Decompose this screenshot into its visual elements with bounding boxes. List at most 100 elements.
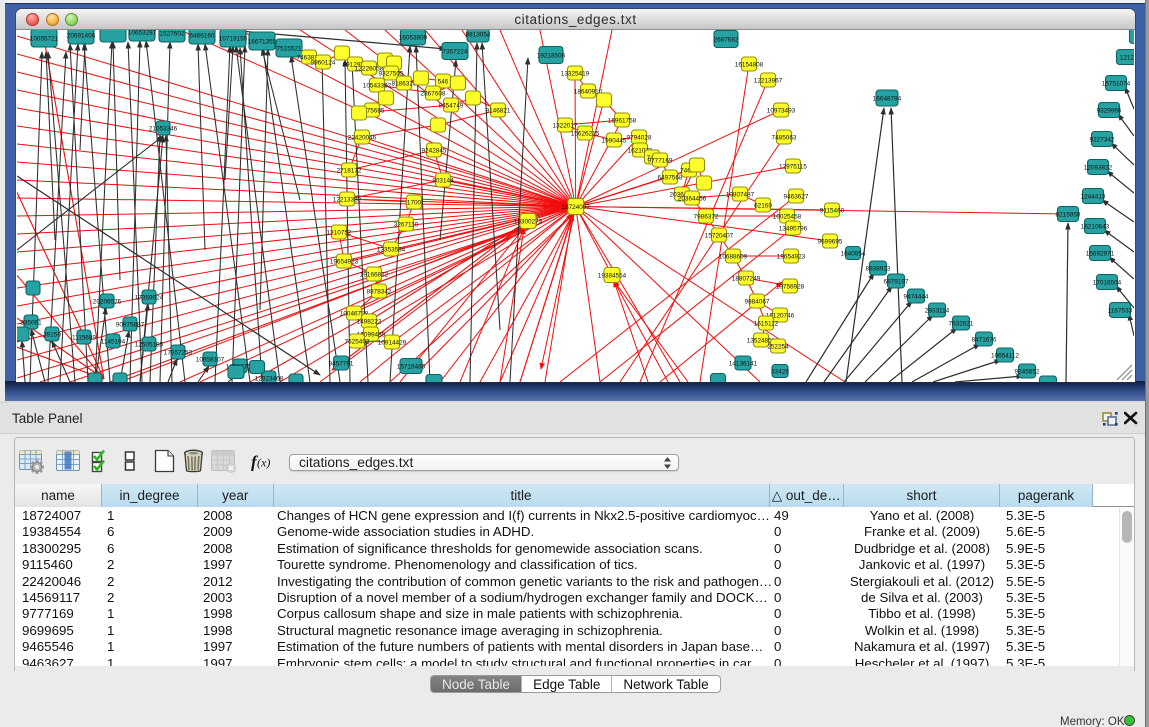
svg-text:13353584: 13353584 (377, 246, 406, 253)
svg-text:90975887: 90975887 (116, 321, 145, 328)
svg-text:16154808: 16154808 (735, 61, 764, 68)
svg-text:14136141: 14136141 (729, 360, 758, 367)
svg-text:1167533: 1167533 (1108, 307, 1133, 314)
svg-text:10025458: 10025458 (773, 213, 802, 220)
svg-text:7625402: 7625402 (345, 338, 370, 345)
svg-text:15716485: 15716485 (397, 363, 426, 370)
svg-text:9242845: 9242845 (422, 147, 447, 154)
svg-text:9329966: 9329966 (1097, 107, 1122, 114)
svg-text:39159: 39159 (43, 331, 61, 338)
svg-text:12505185: 12505185 (135, 341, 164, 348)
svg-text:20364456: 20364456 (678, 195, 707, 202)
svg-text:13325419: 13325419 (561, 70, 590, 77)
svg-text:10653287: 10653287 (128, 30, 157, 36)
svg-text:20691406: 20691406 (67, 32, 96, 39)
svg-text:19166822: 19166822 (360, 271, 389, 278)
svg-text:1990445: 1990445 (602, 137, 627, 144)
svg-text:1640954: 1640954 (841, 250, 866, 257)
svg-text:19384554: 19384554 (598, 272, 627, 279)
svg-text:6497568: 6497568 (658, 174, 683, 181)
svg-text:1212: 1212 (1120, 54, 1134, 61)
svg-text:10654112: 10654112 (991, 352, 1019, 359)
svg-text:9146821: 9146821 (486, 107, 511, 114)
svg-text:12923468: 12923468 (255, 375, 284, 382)
svg-text:8813054: 8813054 (466, 31, 491, 38)
svg-text:6466160: 6466160 (190, 32, 215, 39)
svg-text:16053809: 16053809 (399, 34, 428, 41)
svg-text:10688609: 10688609 (719, 253, 748, 260)
svg-text:1527602: 1527602 (160, 30, 185, 37)
svg-text:10543392: 10543392 (363, 82, 392, 89)
svg-text:9777169: 9777169 (648, 157, 673, 164)
svg-text:803144: 803144 (432, 177, 454, 184)
svg-text:7986372: 7986372 (694, 213, 719, 220)
svg-text:546: 546 (438, 78, 449, 85)
svg-text:9227342: 9227342 (1090, 136, 1115, 143)
svg-text:12975115: 12975115 (779, 163, 807, 170)
svg-text:335061: 335061 (20, 319, 42, 326)
svg-text:2687682: 2687682 (714, 36, 739, 43)
svg-text:20206576: 20206576 (93, 298, 122, 305)
svg-text:10719155: 10719155 (219, 35, 248, 42)
svg-text:1322017: 1322017 (553, 122, 578, 129)
svg-text:8454749: 8454749 (439, 102, 464, 109)
svg-text:21053346: 21053346 (149, 125, 178, 132)
svg-text:8878342: 8878342 (367, 288, 392, 295)
svg-text:15720407: 15720407 (705, 232, 734, 239)
svg-text:9474444: 9474444 (904, 293, 929, 300)
svg-text:9463627: 9463627 (784, 193, 809, 200)
svg-text:18807249: 18807249 (732, 275, 761, 282)
svg-text:62160: 62160 (754, 202, 772, 209)
svg-text:1115689: 1115689 (72, 334, 96, 341)
svg-text:8471676: 8471676 (972, 336, 997, 343)
svg-text:1145194: 1145194 (101, 338, 126, 345)
svg-text:13495796: 13495796 (779, 225, 808, 232)
svg-text:17359924: 17359924 (135, 294, 164, 301)
svg-text:33426: 33426 (771, 368, 789, 375)
svg-text:9794028: 9794028 (627, 134, 652, 141)
svg-text:19654923: 19654923 (330, 258, 359, 265)
svg-text:16648784: 16648784 (873, 95, 902, 102)
svg-text:9115460: 9115460 (820, 207, 845, 214)
svg-text:2718172: 2718172 (337, 167, 362, 174)
svg-text:16961758: 16961758 (608, 117, 637, 124)
svg-text:10055721: 10055721 (30, 35, 59, 42)
svg-text:16671355: 16671355 (248, 38, 277, 45)
svg-text:7357224: 7357224 (443, 48, 468, 55)
svg-text:17957253: 17957253 (164, 349, 193, 356)
svg-text:18724007: 18724007 (561, 204, 590, 211)
svg-text:(x): (x) (257, 456, 270, 470)
svg-text:2867608: 2867608 (421, 90, 446, 97)
svg-text:7485063: 7485063 (772, 134, 797, 141)
svg-text:9884067: 9884067 (745, 298, 770, 305)
svg-text:8938923: 8938923 (866, 265, 891, 272)
svg-text:15751074: 15751074 (1102, 80, 1131, 87)
svg-text:9457791: 9457791 (329, 360, 354, 367)
svg-text:9960124: 9960124 (311, 59, 336, 66)
svg-text:12093822: 12093822 (1084, 164, 1113, 171)
svg-text:19654923: 19654923 (777, 253, 806, 260)
svg-text:7515521: 7515521 (277, 45, 302, 52)
svg-text:252254: 252254 (767, 343, 789, 350)
svg-text:19300273: 19300273 (514, 218, 543, 225)
svg-text:1615112: 1615112 (754, 320, 779, 327)
svg-text:2933114: 2933114 (925, 307, 950, 314)
svg-text:1244413: 1244413 (1081, 193, 1106, 200)
svg-text:1700: 1700 (407, 199, 422, 206)
svg-text:10807487: 10807487 (726, 191, 755, 198)
svg-text:19756928: 19756928 (776, 283, 805, 290)
svg-text:1310752: 1310752 (327, 229, 352, 236)
svg-text:15626215: 15626215 (571, 130, 600, 137)
svg-text:10973493: 10973493 (767, 107, 796, 114)
svg-text:22420046: 22420046 (348, 134, 377, 141)
svg-text:3267110: 3267110 (394, 221, 419, 228)
svg-text:17016504: 17016504 (1093, 279, 1122, 286)
svg-text:9245652: 9245652 (1015, 368, 1040, 375)
svg-text:9699695: 9699695 (818, 238, 843, 245)
svg-text:10958107: 10958107 (196, 356, 225, 363)
svg-text:6879197: 6879197 (884, 278, 909, 285)
svg-text:8215958: 8215958 (1056, 211, 1081, 218)
svg-text:15692971: 15692971 (1086, 250, 1115, 257)
svg-text:19218506: 19218506 (537, 52, 566, 59)
svg-text:10914429: 10914429 (378, 339, 407, 346)
